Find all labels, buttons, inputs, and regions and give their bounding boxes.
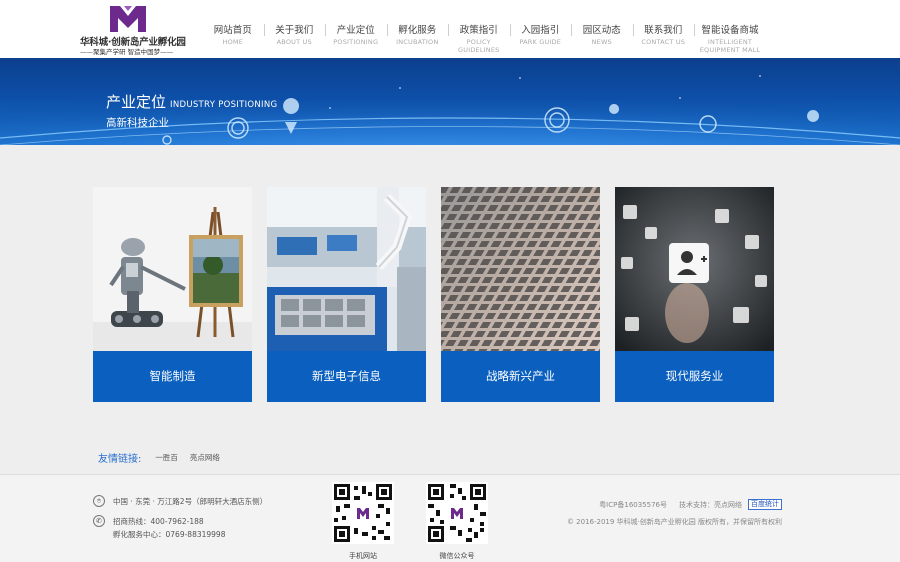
footer-hotline: 招商热线：400-7962-188 <box>113 516 204 526</box>
nav-label: 政策指引 <box>459 25 498 36</box>
page-title-cn: 产业定位 <box>106 93 167 111</box>
industry-card-smart-manufacturing[interactable]: 智能制造 <box>93 187 252 402</box>
qr-mobile-label: 手机网站 <box>349 552 377 560</box>
nav-item-news[interactable]: 园区动态 NEWS <box>571 0 633 58</box>
card-label: 战略新兴产业 <box>486 369 555 383</box>
nav-label: 入园指引 <box>521 25 560 36</box>
nav-label-en: ABOUT US <box>276 38 312 46</box>
industry-cards: 智能制造 新型电子信息 战略新兴产业 现代服务业 <box>93 187 775 402</box>
site-header: 华科城·创新岛产业孵化园 ——聚集产学研 智造中国梦—— 网站首页 HOME 关… <box>0 0 900 58</box>
nav-label-en: INTELLIGENT EQUIPMENT MALL <box>699 38 761 54</box>
nav-label: 智能设备商城 <box>701 25 759 36</box>
nav-item-mall[interactable]: 智能设备商城 INTELLIGENT EQUIPMENT MALL <box>694 0 766 58</box>
nav-item-about[interactable]: 关于我们 ABOUT US <box>263 0 326 58</box>
footer-copyright: © 2016-2019 华科城·创新岛产业孵化园 版权所有，并保留所有权利 <box>566 518 782 526</box>
nav-label-en: POLICY GUIDELINES <box>458 38 500 54</box>
friend-links: 友情链接: 一胜百 亮点网络 <box>98 450 232 465</box>
user-network-illustration <box>615 187 774 351</box>
chip-wafer-illustration <box>441 187 600 351</box>
nav-item-park-guide[interactable]: 入园指引 PARK GUIDE <box>509 0 572 58</box>
nav-label-en: INCUBATION <box>396 38 439 46</box>
industry-card-modern-services[interactable]: 现代服务业 <box>615 187 774 402</box>
robot-painting-illustration <box>93 187 252 351</box>
nav-label: 联系我们 <box>644 25 683 36</box>
nav-label-en: HOME <box>222 38 244 46</box>
industry-card-emerging[interactable]: 战略新兴产业 <box>441 187 600 402</box>
logo-mark-icon <box>110 6 146 32</box>
card-label: 现代服务业 <box>665 369 724 383</box>
phone-icon: ✆ <box>93 515 105 527</box>
nav-label-en: PARK GUIDE <box>519 38 562 46</box>
nav-item-incubation[interactable]: 孵化服务 INCUBATION <box>386 0 449 58</box>
card-image-chip <box>441 187 600 351</box>
nav-item-contact[interactable]: 联系我们 CONTACT US <box>632 0 695 58</box>
page-title-en: INDUSTRY POSITIONING <box>170 100 278 110</box>
industry-card-electronics[interactable]: 新型电子信息 <box>267 187 426 402</box>
card-label: 新型电子信息 <box>312 369 381 383</box>
friend-links-title: 友情链接: <box>98 453 142 465</box>
nav-label: 关于我们 <box>275 25 314 36</box>
footer-address: 中国 · 东莞 · 万江路2号（郎明轩大酒店东侧） <box>113 496 268 506</box>
site-logo[interactable]: 华科城·创新岛产业孵化园 ——聚集产学研 智造中国梦—— <box>80 4 190 56</box>
qr-code-icon <box>332 482 394 544</box>
nav-label: 园区动态 <box>582 25 621 36</box>
tech-support-link[interactable]: 技术支持：亮点网络 <box>679 500 742 510</box>
location-pin-icon: ⌾ <box>93 495 105 507</box>
card-image-robot <box>93 187 252 351</box>
baidu-stats-badge[interactable]: 百度统计 <box>748 499 782 510</box>
page-subtitle: 高新科技企业 <box>106 117 169 129</box>
footer-service-phone: 孵化服务中心：0769-88319998 <box>113 530 226 539</box>
main-nav: 网站首页 HOME 关于我们 ABOUT US 产业定位 POSITIONING… <box>202 0 766 58</box>
friend-link[interactable]: 亮点网络 <box>190 452 220 463</box>
nav-item-positioning[interactable]: 产业定位 POSITIONING <box>325 0 387 58</box>
qr-wechat-label: 微信公众号 <box>439 552 475 560</box>
friend-link[interactable]: 一胜百 <box>155 452 178 463</box>
qr-mobile: 手机网站 <box>332 482 394 561</box>
qr-wechat: 微信公众号 <box>426 482 488 561</box>
footer-address-row: ⌾ 中国 · 东莞 · 万江路2号（郎明轩大酒店东侧） <box>93 495 267 507</box>
nav-label: 网站首页 <box>213 25 252 36</box>
nav-item-policy[interactable]: 政策指引 POLICY GUIDELINES <box>448 0 510 58</box>
nav-label-en: CONTACT US <box>641 38 686 46</box>
footer-right-row: 粤ICP备16035576号 技术支持：亮点网络 百度统计 <box>599 499 782 510</box>
card-image-factory <box>267 187 426 351</box>
nav-label: 孵化服务 <box>398 25 437 36</box>
card-label: 智能制造 <box>149 369 196 383</box>
site-footer: ⌾ 中国 · 东莞 · 万江路2号（郎明轩大酒店东侧） ✆ 招商热线：400-7… <box>0 474 900 562</box>
nav-item-home[interactable]: 网站首页 HOME <box>202 0 264 58</box>
icp-link[interactable]: 粤ICP备16035576号 <box>599 500 667 510</box>
card-image-network <box>615 187 774 351</box>
logo-slogan: ——聚集产学研 智造中国梦—— <box>80 48 174 56</box>
nav-label: 产业定位 <box>336 25 375 36</box>
qr-code-icon <box>426 482 488 544</box>
nav-label-en: NEWS <box>591 38 612 46</box>
page-title: 产业定位 INDUSTRY POSITIONING <box>106 91 277 112</box>
footer-hotline-row: ✆ 招商热线：400-7962-188 <box>93 515 204 527</box>
factory-line-illustration <box>267 187 426 351</box>
page-banner: 产业定位 INDUSTRY POSITIONING 高新科技企业 <box>0 58 900 145</box>
nav-label-en: POSITIONING <box>333 38 379 46</box>
